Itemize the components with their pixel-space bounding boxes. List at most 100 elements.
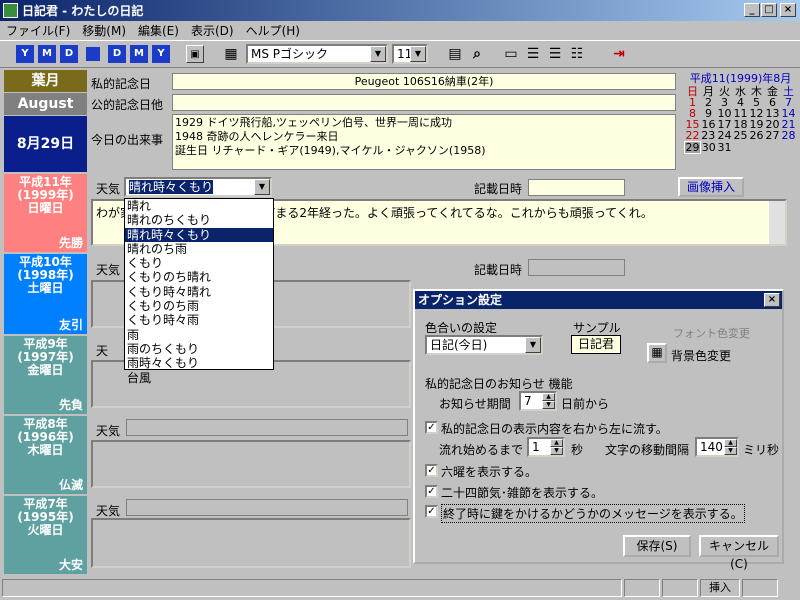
spin-down-icon[interactable]: ▼ bbox=[542, 401, 555, 409]
weather-option[interactable]: 雨 bbox=[125, 328, 273, 342]
scroll-checkbox[interactable]: ✓ bbox=[425, 421, 438, 434]
color-label: 色合いの設定 bbox=[425, 321, 498, 335]
public-label: 公的記念日他 bbox=[91, 98, 164, 112]
weather-option[interactable]: 晴れのちくもり bbox=[125, 213, 273, 227]
window-icon[interactable]: ▣ bbox=[186, 45, 204, 63]
interval-label: 文字の移動間隔 bbox=[605, 443, 690, 457]
menu-move[interactable]: 移動(M) bbox=[76, 22, 132, 39]
entry-time-field[interactable] bbox=[528, 179, 625, 196]
menu-view[interactable]: 表示(D) bbox=[185, 22, 240, 39]
current-date: 8月29日 bbox=[4, 116, 87, 172]
maximize-button[interactable]: □ bbox=[761, 3, 777, 17]
font-select[interactable]: MS Pゴシック ▼ bbox=[246, 44, 388, 64]
calendar-day[interactable]: 24 bbox=[717, 130, 733, 142]
weather-select[interactable] bbox=[126, 499, 408, 516]
save-button[interactable]: 保存(S) bbox=[623, 535, 691, 557]
public-anniversary-field[interactable] bbox=[172, 94, 676, 111]
toolbar: Y M D D M Y ▣ ▦ MS Pゴシック ▼ 11 ▼ ▤ ⌕ ▭ ☰ ☰ … bbox=[0, 40, 800, 68]
private-label: 私的記念日 bbox=[91, 77, 152, 91]
next-month-button[interactable]: M bbox=[130, 45, 148, 63]
calendar-day[interactable]: 23 bbox=[701, 130, 717, 142]
weather-option[interactable]: くもりのち晴れ bbox=[125, 270, 273, 284]
weather-option[interactable]: 晴れのち雨 bbox=[125, 242, 273, 256]
prev-month-button[interactable]: M bbox=[38, 45, 56, 63]
menu-file[interactable]: ファイル(F) bbox=[0, 22, 76, 39]
weather-option-selected[interactable]: 晴れ時々くもり bbox=[125, 227, 273, 242]
weather-option[interactable]: くもり bbox=[125, 256, 273, 270]
calendar-day[interactable]: 26 bbox=[749, 130, 765, 142]
calendar-day-selected[interactable]: 29 bbox=[684, 141, 701, 154]
entry-time-field[interactable] bbox=[528, 259, 625, 276]
calendar-day[interactable]: 27 bbox=[765, 130, 781, 142]
color-palette-icon[interactable]: ▦ bbox=[222, 45, 240, 63]
prev-year-button[interactable]: Y bbox=[16, 45, 34, 63]
entry-day-1998: 平成10年 (1998年) 土曜日 友引 bbox=[4, 254, 87, 334]
spin-up-icon[interactable]: ▲ bbox=[724, 439, 737, 447]
options-dialog: オプション設定 × 色合いの設定 サンプル フォント色変更 日記(今日) ▼ 日記… bbox=[413, 289, 784, 571]
color-scheme-select[interactable]: 日記(今日) ▼ bbox=[425, 335, 543, 355]
private-anniversary-field[interactable]: Peugeot 106S16納車(2年) bbox=[172, 73, 676, 90]
layout1-icon[interactable]: ▭ bbox=[502, 45, 520, 63]
events-label: 今日の出来事 bbox=[91, 133, 164, 147]
entry-day-1999: 平成11年 (1999年) 日曜日 先勝 bbox=[4, 174, 87, 252]
weather-option[interactable]: 雨時々くもり bbox=[125, 356, 273, 370]
menu-help[interactable]: ヘルプ(H) bbox=[240, 22, 306, 39]
next-day-button[interactable]: D bbox=[108, 45, 126, 63]
interval-spinner[interactable]: 140 ▲ ▼ bbox=[695, 437, 739, 457]
rokuyo-checkbox[interactable]: ✓ bbox=[425, 464, 438, 477]
layout2-icon[interactable]: ☰ bbox=[524, 45, 542, 63]
today-button[interactable] bbox=[86, 47, 100, 61]
start-spinner[interactable]: 1 ▲ ▼ bbox=[527, 437, 565, 457]
next-year-button[interactable]: Y bbox=[152, 45, 170, 63]
dialog-title: オプション設定 bbox=[415, 291, 782, 309]
event-line: 1929 ドイツ飛行船,ツェッペリン伯号、世界一周に成功 bbox=[175, 116, 452, 129]
cancel-button[interactable]: キャンセル(C) bbox=[699, 535, 779, 571]
spin-down-icon[interactable]: ▼ bbox=[550, 447, 563, 455]
prev-day-button[interactable]: D bbox=[60, 45, 78, 63]
exit-icon[interactable]: ⇥ bbox=[610, 45, 628, 63]
calendar-icon[interactable]: ▤ bbox=[446, 45, 464, 63]
entry-text-1995[interactable] bbox=[91, 518, 411, 568]
spin-down-icon[interactable]: ▼ bbox=[724, 447, 737, 455]
minimize-button[interactable]: _ bbox=[744, 3, 760, 17]
weather-option[interactable]: 台風 bbox=[125, 371, 273, 385]
calendar-day[interactable]: 30 bbox=[701, 142, 717, 154]
chevron-down-icon: ▼ bbox=[254, 179, 270, 195]
calendar-day[interactable]: 28 bbox=[781, 130, 797, 142]
weather-select[interactable]: 晴れ時々くもり ▼ bbox=[124, 177, 272, 197]
bg-color-label[interactable]: 背景色変更 bbox=[671, 347, 731, 364]
weather-option[interactable]: くもり時々晴れ bbox=[125, 285, 273, 299]
weather-option[interactable]: くもりのち雨 bbox=[125, 299, 273, 313]
weather-option[interactable]: くもり時々雨 bbox=[125, 313, 273, 327]
spin-up-icon[interactable]: ▲ bbox=[550, 439, 563, 447]
lock-checkbox[interactable]: ✓ bbox=[425, 505, 438, 518]
spin-up-icon[interactable]: ▲ bbox=[542, 393, 555, 401]
menu-edit[interactable]: 編集(E) bbox=[132, 22, 185, 39]
rokuyo-label: 六曜を表示する。 bbox=[441, 465, 538, 479]
sekki-checkbox[interactable]: ✓ bbox=[425, 485, 438, 498]
period-spinner[interactable]: 7 ▲ ▼ bbox=[519, 391, 557, 411]
calendar-day[interactable]: 22 bbox=[685, 130, 701, 142]
layout4-icon[interactable]: ☷ bbox=[568, 45, 586, 63]
calendar-day[interactable]: 25 bbox=[733, 130, 749, 142]
status-bar: 挿入 bbox=[0, 577, 800, 600]
font-size-select[interactable]: 11 ▼ bbox=[392, 44, 428, 64]
dialog-close-button[interactable]: × bbox=[764, 293, 780, 307]
weather-option[interactable]: 雨のちくもり bbox=[125, 342, 273, 356]
scrollbar[interactable] bbox=[769, 201, 785, 244]
close-button[interactable]: × bbox=[780, 3, 796, 17]
scroll-label: 私的記念日の表示内容を右から左に流す。 bbox=[441, 422, 668, 436]
period-unit: 日前から bbox=[561, 397, 610, 411]
weather-dropdown: 晴れ 晴れのちくもり 晴れ時々くもり 晴れのち雨 くもり くもりのち晴れ くもり… bbox=[124, 198, 274, 385]
menu-bar: ファイル(F) 移動(M) 編集(E) 表示(D) ヘルプ(H) bbox=[0, 21, 800, 40]
notify-label: 私的記念日のお知らせ 機能 bbox=[425, 377, 573, 391]
weather-select[interactable] bbox=[126, 419, 408, 436]
palette-icon[interactable]: ▦ bbox=[647, 343, 667, 363]
events-field[interactable]: 1929 ドイツ飛行船,ツェッペリン伯号、世界一周に成功 1948 奇跡の人ヘレ… bbox=[172, 114, 676, 170]
layout3-icon[interactable]: ☰ bbox=[546, 45, 564, 63]
entry-text-1996[interactable] bbox=[91, 440, 411, 488]
calendar-day[interactable]: 31 bbox=[717, 142, 733, 154]
weather-option[interactable]: 晴れ bbox=[125, 199, 273, 213]
insert-image-button[interactable]: 画像挿入 bbox=[678, 177, 744, 197]
search-icon[interactable]: ⌕ bbox=[468, 45, 486, 63]
